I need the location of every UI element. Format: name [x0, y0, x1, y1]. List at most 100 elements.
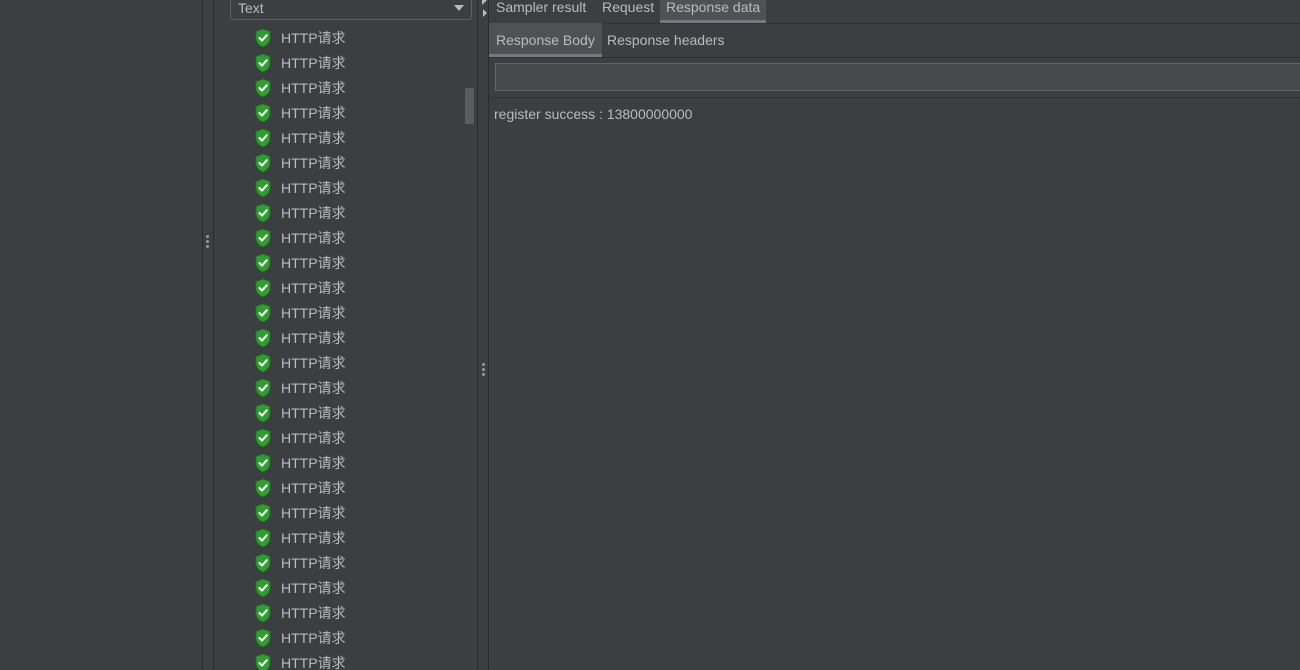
result-detail-panel: Sampler result Request Response data Res… — [489, 0, 1300, 670]
tab-response-headers[interactable]: Response headers — [600, 23, 732, 57]
renderer-select-value: Text — [238, 0, 264, 16]
tab-response-data[interactable]: Response data — [660, 0, 767, 23]
tree-item-label: HTTP请求 — [281, 554, 346, 571]
tree-item-label: HTTP请求 — [281, 279, 346, 296]
tree-item-label: HTTP请求 — [281, 254, 346, 271]
success-shield-check-icon — [255, 78, 271, 97]
success-shield-check-icon — [255, 378, 271, 397]
success-shield-check-icon — [255, 478, 271, 497]
success-shield-check-icon — [255, 528, 271, 547]
success-shield-check-icon — [255, 653, 271, 670]
tree-item[interactable]: HTTP请求 — [254, 25, 464, 50]
tree-item-label: HTTP请求 — [281, 479, 346, 496]
success-shield-check-icon — [255, 128, 271, 147]
divider — [477, 0, 478, 670]
response-subtabs: Response Body Response headers — [489, 23, 1300, 58]
tree-item-label: HTTP请求 — [281, 229, 346, 246]
tree-item[interactable]: HTTP请求 — [254, 550, 464, 575]
success-shield-check-icon — [255, 178, 271, 197]
tree-item-label: HTTP请求 — [281, 304, 346, 321]
view-results-tree: Text HTTP请求 HTTP请求 HTTP请求 HTTP请求 HTTP请求 HTTP请… — [0, 0, 1300, 670]
search-input[interactable] — [495, 63, 1300, 91]
tree-item[interactable]: HTTP请求 — [254, 625, 464, 650]
tree-item[interactable]: HTTP请求 — [254, 525, 464, 550]
tree-item[interactable]: HTTP请求 — [254, 250, 464, 275]
tree-item-label: HTTP请求 — [281, 604, 346, 621]
divider — [202, 0, 203, 670]
tree-item[interactable]: HTTP请求 — [254, 500, 464, 525]
success-shield-check-icon — [255, 428, 271, 447]
left-empty-panel — [0, 0, 202, 670]
tab-sampler-result[interactable]: Sampler result — [490, 0, 592, 21]
center-splitter-handle[interactable] — [481, 363, 485, 376]
response-body-text: register success : 13800000000 — [494, 106, 693, 122]
success-shield-check-icon — [255, 403, 271, 422]
tree-item[interactable]: HTTP请求 — [254, 175, 464, 200]
tree-item-label: HTTP请求 — [281, 504, 346, 521]
tree-item[interactable]: HTTP请求 — [254, 375, 464, 400]
tree-item[interactable]: HTTP请求 — [254, 50, 464, 75]
tree-item[interactable]: HTTP请求 — [254, 575, 464, 600]
tree-item[interactable]: HTTP请求 — [254, 600, 464, 625]
tree-item-label: HTTP请求 — [281, 154, 346, 171]
success-shield-check-icon — [255, 353, 271, 372]
divider — [489, 97, 1300, 98]
tree-item-label: HTTP请求 — [281, 104, 346, 121]
success-shield-check-icon — [255, 628, 271, 647]
tree-item[interactable]: HTTP请求 — [254, 425, 464, 450]
tree-item[interactable]: HTTP请求 — [254, 325, 464, 350]
tree-item[interactable]: HTTP请求 — [254, 75, 464, 100]
success-shield-check-icon — [255, 28, 271, 47]
tree-item[interactable]: HTTP请求 — [254, 350, 464, 375]
tree-item[interactable]: HTTP请求 — [254, 200, 464, 225]
tree-scrollbar-thumb[interactable] — [465, 88, 474, 124]
tree-item-label: HTTP请求 — [281, 79, 346, 96]
tree-item[interactable]: HTTP请求 — [254, 100, 464, 125]
chevron-down-icon[interactable] — [454, 5, 464, 11]
renderer-select[interactable]: Text — [230, 0, 472, 20]
tree-item[interactable]: HTTP请求 — [254, 125, 464, 150]
tree-item-label: HTTP请求 — [281, 654, 346, 670]
success-shield-check-icon — [255, 578, 271, 597]
tree-item[interactable]: HTTP请求 — [254, 475, 464, 500]
tree-item-label: HTTP请求 — [281, 129, 346, 146]
result-tree-panel: Text HTTP请求 HTTP请求 HTTP请求 HTTP请求 HTTP请求 HTTP请… — [214, 0, 477, 670]
success-shield-check-icon — [255, 103, 271, 122]
tree-item[interactable]: HTTP请求 — [254, 150, 464, 175]
success-shield-check-icon — [255, 228, 271, 247]
tree-item-label: HTTP请求 — [281, 429, 346, 446]
tree-item[interactable]: HTTP请求 — [254, 300, 464, 325]
result-tree-list: HTTP请求 HTTP请求 HTTP请求 HTTP请求 HTTP请求 HTTP请求 HTTP… — [254, 25, 464, 670]
tab-response-body[interactable]: Response Body — [489, 23, 602, 57]
success-shield-check-icon — [255, 603, 271, 622]
tab-request[interactable]: Request — [596, 0, 660, 21]
success-shield-check-icon — [255, 203, 271, 222]
tree-item-label: HTTP请求 — [281, 629, 346, 646]
tree-item-label: HTTP请求 — [281, 354, 346, 371]
tree-item-label: HTTP请求 — [281, 454, 346, 471]
tree-item-label: HTTP请求 — [281, 204, 346, 221]
tree-item-label: HTTP请求 — [281, 179, 346, 196]
tree-item-label: HTTP请求 — [281, 329, 346, 346]
tree-item-label: HTTP请求 — [281, 404, 346, 421]
tree-item[interactable]: HTTP请求 — [254, 650, 464, 670]
tree-item[interactable]: HTTP请求 — [254, 275, 464, 300]
success-shield-check-icon — [255, 553, 271, 572]
left-splitter-handle[interactable] — [205, 235, 209, 248]
success-shield-check-icon — [255, 453, 271, 472]
tree-item[interactable]: HTTP请求 — [254, 225, 464, 250]
success-shield-check-icon — [255, 253, 271, 272]
success-shield-check-icon — [255, 328, 271, 347]
tree-item-label: HTTP请求 — [281, 379, 346, 396]
success-shield-check-icon — [255, 53, 271, 72]
tree-item-label: HTTP请求 — [281, 54, 346, 71]
result-tabs: Sampler result Request Response data — [489, 0, 1300, 24]
success-shield-check-icon — [255, 153, 271, 172]
tree-item[interactable]: HTTP请求 — [254, 450, 464, 475]
success-shield-check-icon — [255, 503, 271, 522]
tree-item-label: HTTP请求 — [281, 579, 346, 596]
tree-item-label: HTTP请求 — [281, 29, 346, 46]
tree-item[interactable]: HTTP请求 — [254, 400, 464, 425]
tree-item-label: HTTP请求 — [281, 529, 346, 546]
success-shield-check-icon — [255, 278, 271, 297]
